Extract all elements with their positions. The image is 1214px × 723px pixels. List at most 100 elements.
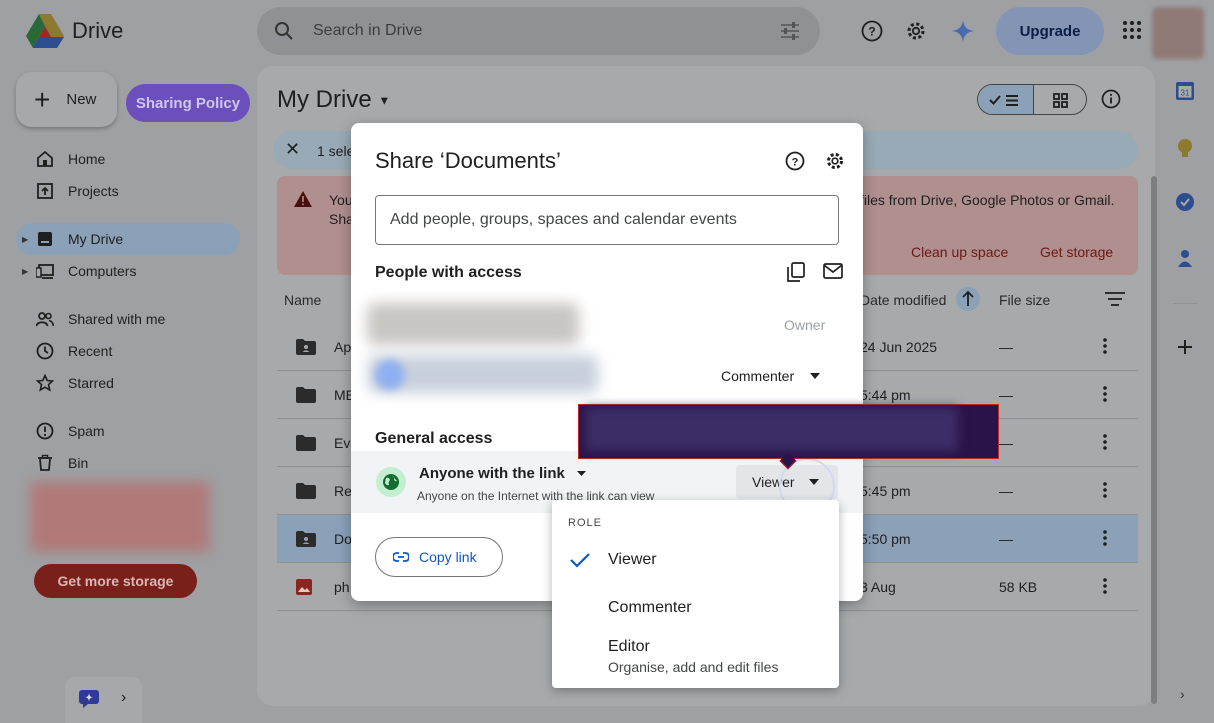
clear-selection-icon[interactable]: ✕	[285, 139, 300, 160]
grid-view-icon	[1053, 93, 1068, 108]
add-people-input[interactable]: Add people, groups, spaces and calendar …	[375, 195, 839, 245]
list-view-button[interactable]	[978, 85, 1033, 114]
contacts-icon[interactable]	[1176, 249, 1194, 267]
people-with-access-heading: People with access	[375, 264, 522, 281]
sidebar-item-bin[interactable]: Bin	[16, 447, 240, 479]
account-avatar[interactable]	[1152, 7, 1204, 59]
sharing-policy-button[interactable]: Sharing Policy	[126, 84, 250, 122]
email-collaborators-icon[interactable]	[823, 263, 843, 279]
dropdown-arrow-icon	[576, 471, 586, 476]
expand-caret-icon[interactable]: ▶	[22, 235, 28, 244]
file-size: —	[999, 387, 1013, 403]
scrollbar[interactable]	[1151, 176, 1157, 704]
spam-icon	[36, 422, 54, 440]
new-button-label: New	[66, 91, 97, 108]
search-input[interactable]: Search in Drive	[313, 22, 422, 40]
get-more-storage-button[interactable]: Get more storage	[34, 564, 197, 598]
chevron-right-icon: ›	[121, 689, 127, 706]
search-options-icon[interactable]	[780, 22, 800, 40]
sidebar-item-label: Bin	[68, 455, 89, 471]
sidebar-item-home[interactable]: Home	[16, 143, 240, 175]
file-size: —	[999, 531, 1013, 547]
role-option-viewer[interactable]: Viewer	[608, 551, 657, 569]
svg-text:?: ?	[792, 157, 799, 169]
sidebar-item-starred[interactable]: Starred	[16, 367, 240, 399]
checkmark-icon	[570, 552, 590, 568]
folder-icon	[296, 483, 316, 499]
file-name: Re	[334, 483, 352, 499]
grid-view-button[interactable]	[1033, 85, 1086, 114]
sidebar-item-recent[interactable]: Recent	[16, 335, 240, 367]
file-size: —	[999, 339, 1013, 355]
role-option-commenter[interactable]: Commenter	[608, 599, 692, 617]
projects-icon	[37, 183, 53, 199]
apps-grid-icon[interactable]	[1122, 20, 1142, 40]
upgrade-button[interactable]: Upgrade	[996, 7, 1104, 55]
tooltip-content-redacted	[585, 407, 958, 451]
sidebar-item-label: Shared with me	[68, 311, 166, 327]
svg-text:31: 31	[1181, 89, 1190, 98]
sidebar-item-spam[interactable]: Spam	[16, 415, 240, 447]
role-option-editor[interactable]: Editor	[608, 638, 650, 656]
copy-emails-icon[interactable]	[787, 262, 805, 282]
dialog-help-icon[interactable]: ?	[785, 151, 805, 171]
sidebar-item-label: Projects	[68, 183, 119, 199]
file-date: 5:45 pm	[860, 483, 911, 499]
svg-text:?: ?	[868, 25, 875, 39]
collaborator-role-dropdown[interactable]: Commenter	[721, 368, 821, 384]
new-button[interactable]: + New	[16, 72, 117, 127]
keep-icon[interactable]	[1176, 138, 1194, 158]
computers-icon	[36, 264, 54, 279]
file-name: ph	[334, 579, 350, 595]
globe-icon	[376, 467, 406, 497]
file-size: —	[999, 435, 1013, 451]
bin-icon	[38, 454, 52, 471]
sidebar-item-computers[interactable]: ▶ Computers	[16, 255, 240, 287]
get-storage-link[interactable]: Get storage	[1040, 244, 1113, 260]
more-options-icon[interactable]	[1103, 433, 1107, 451]
calendar-icon[interactable]: 31	[1176, 82, 1194, 100]
search-icon[interactable]	[274, 21, 294, 41]
help-icon[interactable]: ?	[861, 20, 883, 42]
image-file-icon	[296, 579, 312, 595]
view-toggle[interactable]	[977, 84, 1087, 115]
sidebar-item-shared-with-me[interactable]: Shared with me	[16, 303, 240, 335]
tasks-icon[interactable]	[1176, 193, 1194, 211]
copy-link-button[interactable]: Copy link	[375, 537, 503, 577]
collaborator-avatar	[375, 360, 405, 390]
gemini-icon[interactable]	[952, 20, 974, 42]
sort-ascending-icon[interactable]	[956, 287, 980, 311]
sidebar-item-label: Spam	[68, 423, 105, 439]
link-scope-dropdown[interactable]: Anyone with the link	[419, 465, 586, 482]
file-date: 5:44 pm	[860, 387, 911, 403]
more-options-icon[interactable]	[1103, 337, 1107, 355]
settings-icon[interactable]	[905, 20, 927, 42]
sidebar-item-projects[interactable]: Projects	[16, 175, 240, 207]
sort-options-icon[interactable]	[1105, 292, 1125, 306]
more-options-icon[interactable]	[1103, 481, 1107, 499]
add-addon-icon[interactable]	[1176, 338, 1194, 356]
column-header-date[interactable]: Date modified	[860, 292, 946, 308]
collapse-panel-icon[interactable]: ›	[1180, 686, 1185, 702]
sidebar-item-label: Home	[68, 151, 106, 167]
shared-folder-icon	[296, 339, 316, 355]
sidebar-item-my-drive[interactable]: ▶ My Drive	[16, 223, 240, 255]
file-name: Ap	[334, 339, 352, 355]
column-header-name[interactable]: Name	[284, 292, 321, 308]
column-header-size[interactable]: File size	[999, 292, 1050, 308]
dialog-title: Share ‘Documents’	[375, 148, 561, 173]
banner-text-3: files from Drive, Google Photos or Gmail…	[860, 192, 1115, 208]
clean-up-space-link[interactable]: Clean up space	[911, 244, 1008, 260]
page-title[interactable]: My Drive ▼	[277, 86, 390, 114]
file-size: 58 KB	[999, 579, 1038, 595]
folder-icon	[296, 435, 316, 451]
gemini-chat-tab[interactable]: ›	[65, 677, 142, 723]
more-options-icon[interactable]	[1103, 385, 1107, 403]
expand-caret-icon[interactable]: ▶	[22, 267, 28, 276]
dialog-settings-icon[interactable]	[825, 151, 845, 171]
more-options-icon[interactable]	[1103, 529, 1107, 547]
more-options-icon[interactable]	[1103, 577, 1107, 595]
info-icon[interactable]	[1101, 89, 1121, 109]
star-icon	[36, 374, 54, 392]
drive-logo-icon[interactable]	[26, 14, 64, 48]
